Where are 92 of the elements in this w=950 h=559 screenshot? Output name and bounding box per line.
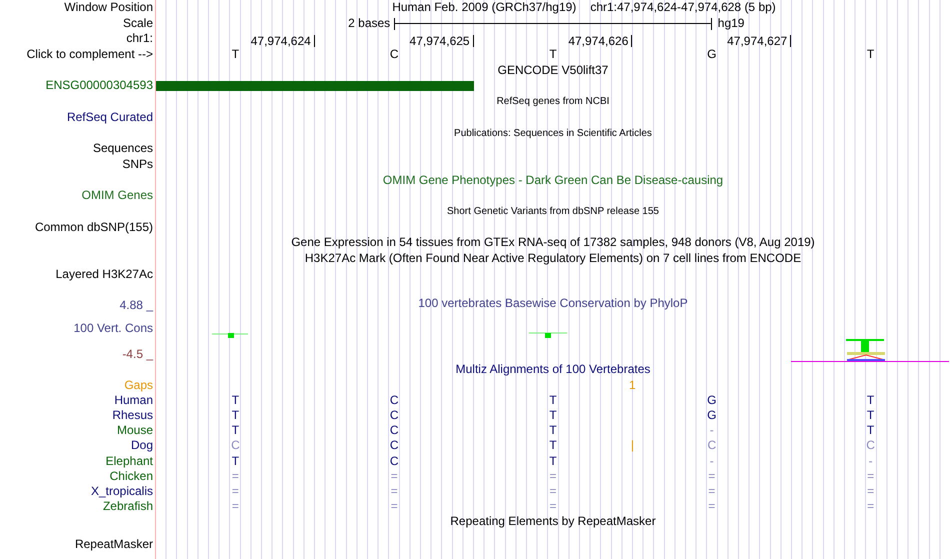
base-letter: - — [868, 454, 873, 469]
track-label[interactable]: Rhesus — [112, 408, 153, 424]
scale-text: 2 bases — [348, 16, 390, 32]
base-letter: - — [710, 454, 714, 469]
base-letter: = — [867, 499, 874, 514]
position-text: chr1:47,974,624-47,974,628 (5 bp) — [590, 0, 776, 16]
track-label[interactable]: chr1: — [126, 31, 153, 48]
base-letter: T — [866, 423, 874, 438]
track-label[interactable]: OMIM Genes — [82, 188, 153, 204]
base-letter: - — [710, 423, 714, 438]
track-title: H3K27Ac Mark (Often Found Near Active Regulatory Elements) on 7 cell lines from ENCODE — [304, 251, 802, 267]
base-letter: C — [390, 438, 399, 454]
track-title: RefSeq genes from NCBI — [496, 95, 610, 110]
base-letter: = — [232, 484, 239, 500]
position-tick-label: 47,974,624 — [250, 34, 315, 47]
base-letter: T — [232, 392, 240, 408]
track-label[interactable]: 100 Vert. Cons — [74, 321, 153, 336]
base-letter[interactable]: T — [549, 47, 557, 63]
insertion-mark: | — [630, 438, 634, 454]
base-letter: = — [867, 484, 874, 500]
track-title: Multiz Alignments of 100 Vertebrates — [456, 362, 650, 378]
track-label[interactable]: Chicken — [110, 468, 153, 484]
base-letter[interactable]: C — [390, 47, 399, 63]
base-letter: = — [549, 499, 556, 514]
base-letter: T — [232, 454, 240, 469]
base-letter[interactable]: T — [232, 47, 240, 63]
base-letter: = — [708, 484, 716, 500]
track-title: Publications: Sequences in Scientific Articles — [454, 126, 652, 140]
track-label[interactable]: Scale — [122, 16, 153, 32]
conservation-mark — [528, 332, 568, 338]
base-letter: = — [232, 499, 239, 514]
track-label[interactable]: Zebrafish — [102, 499, 153, 514]
base-letter: C — [707, 438, 716, 454]
base-letter: = — [549, 484, 556, 500]
base-letter: = — [390, 484, 398, 500]
base-letter[interactable]: T — [866, 47, 874, 63]
base-letter: = — [390, 468, 398, 484]
track-title: Gene Expression in 54 tissues from GTEx RNA-seq of 17382 samples, 948 donors (V8, Aug 2019) — [291, 235, 815, 252]
track-label[interactable]: Dog — [130, 438, 153, 454]
assembly-text: Human Feb. 2009 (GRCh37/hg19) — [392, 0, 576, 16]
track-label[interactable]: Mouse — [116, 423, 153, 438]
track-label[interactable]: Elephant — [106, 454, 153, 469]
base-letter: T — [232, 423, 240, 438]
assembly-name: hg19 — [716, 16, 744, 32]
track-title: 100 vertebrates Basewise Conservation by PhyloP — [418, 296, 688, 310]
base-letter[interactable]: G — [707, 47, 716, 63]
axis-max-label: 4.88 _ — [120, 298, 153, 312]
base-letter: = — [549, 468, 556, 484]
base-letter: T — [866, 408, 874, 424]
base-letter: = — [708, 468, 716, 484]
base-letter: T — [549, 438, 557, 454]
base-letter: T — [232, 408, 240, 424]
track-title: Short Genetic Variants from dbSNP release 155 — [447, 204, 659, 219]
track-label[interactable]: ENSG00000304593 — [46, 78, 153, 94]
base-letter: C — [390, 408, 399, 424]
base-letter: G — [707, 392, 716, 408]
track-title: Repeating Elements by RepeatMasker — [450, 514, 656, 530]
axis-min-label: -4.5 _ — [122, 347, 153, 362]
base-letter: = — [390, 499, 398, 514]
track-label[interactable]: Window Position — [64, 0, 153, 16]
conservation-mark — [212, 333, 248, 338]
track-label[interactable]: X_tropicalis — [90, 484, 153, 500]
track-title: OMIM Gene Phenotypes - Dark Green Can Be Disease-causing — [382, 172, 724, 188]
base-letter: C — [390, 392, 399, 408]
gene-feature-bar[interactable] — [156, 81, 474, 92]
position-tick-label: 47,974,626 — [568, 34, 632, 47]
base-letter: C — [866, 438, 875, 454]
track-label[interactable]: Layered H3K27Ac — [56, 266, 153, 282]
base-letter: T — [866, 392, 874, 408]
track-label[interactable]: Sequences — [92, 141, 153, 157]
base-letter: T — [549, 423, 557, 438]
track-label[interactable]: RefSeq Curated — [66, 110, 153, 126]
conservation-mark — [846, 339, 886, 362]
base-letter: C — [390, 423, 399, 438]
base-letter: T — [549, 408, 557, 424]
base-letter: G — [707, 408, 716, 424]
track-label[interactable]: Click to complement --> — [26, 47, 153, 63]
position-tick-label: 47,974,627 — [727, 34, 792, 47]
track-label[interactable]: Human — [114, 392, 153, 408]
base-letter: C — [231, 438, 240, 454]
base-letter: T — [549, 392, 557, 408]
base-letter: T — [549, 454, 557, 469]
track-label[interactable]: Common dbSNP(155) — [34, 220, 153, 236]
gap-count: 1 — [629, 378, 636, 393]
base-letter: C — [390, 454, 399, 469]
base-letter: = — [708, 499, 716, 514]
track-label[interactable]: RepeatMasker — [74, 536, 153, 552]
track-label[interactable]: SNPs — [122, 156, 153, 173]
position-tick-label: 47,974,625 — [410, 34, 474, 47]
base-letter: = — [867, 468, 874, 484]
track-title: GENCODE V50lift37 — [498, 62, 608, 78]
base-letter: = — [232, 468, 239, 484]
